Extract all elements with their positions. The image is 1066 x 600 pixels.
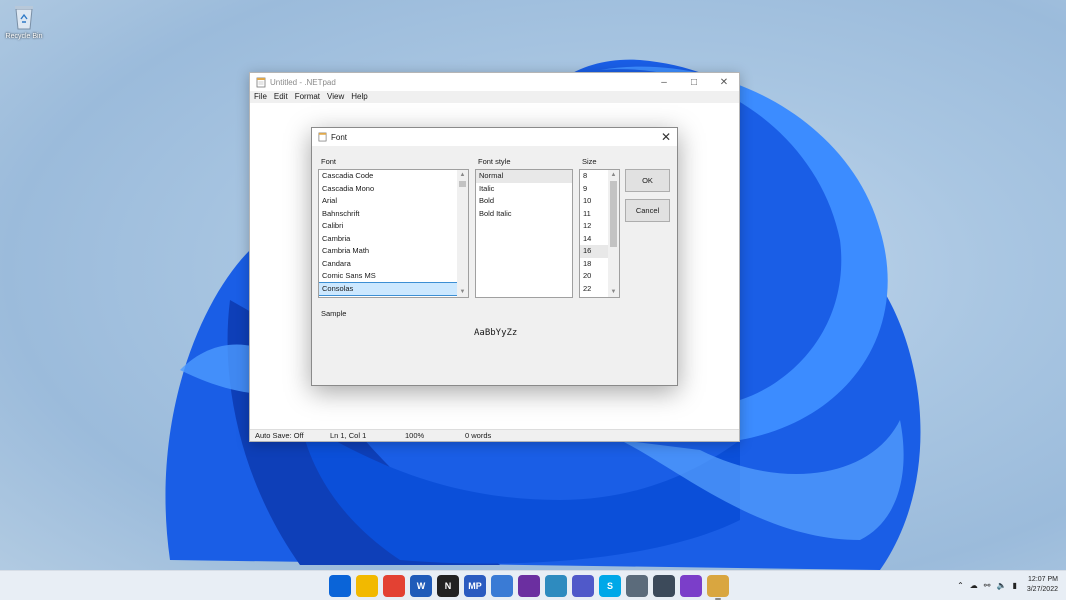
font-list-item[interactable]: Arial (319, 195, 468, 208)
recycle-bin-label: Recycle Bin (5, 33, 43, 40)
font-style-label: Font style (478, 157, 511, 166)
menu-edit[interactable]: Edit (274, 91, 288, 103)
font-style-list[interactable]: Normal Italic Bold Bold Italic (475, 169, 573, 298)
scroll-down-icon[interactable]: ▼ (457, 287, 468, 297)
screen-icon[interactable] (653, 575, 675, 597)
font-list-item[interactable]: Candara (319, 258, 468, 271)
font-list-item[interactable]: Cambria Math (319, 245, 468, 258)
chevron-up-icon[interactable]: ⌃ (957, 581, 964, 590)
notepad-icon (256, 77, 266, 87)
notepad-icon (318, 132, 327, 142)
onedrive-icon[interactable]: ☁ (970, 581, 978, 590)
status-bar: Auto Save: Off Ln 1, Col 1 100% 0 words (250, 429, 739, 441)
size-label: Size (582, 157, 597, 166)
system-tray: ⌃ ☁ ⚯ 🔈 ▮ 12:07 PM 3/27/2022 (957, 575, 1058, 595)
notion-icon[interactable]: N (437, 575, 459, 597)
globe-icon[interactable] (545, 575, 567, 597)
status-position: Ln 1, Col 1 (330, 431, 367, 440)
clock-date: 3/27/2022 (1026, 586, 1058, 593)
font-style-item[interactable]: Normal (476, 170, 572, 183)
terminal-icon[interactable] (518, 575, 540, 597)
file-explorer-icon[interactable] (356, 575, 378, 597)
scroll-thumb[interactable] (459, 181, 466, 187)
mp-icon[interactable]: MP (464, 575, 486, 597)
font-list-item[interactable]: Comic Sans MS (319, 270, 468, 283)
start-icon[interactable] (329, 575, 351, 597)
settings-icon[interactable] (626, 575, 648, 597)
chrome-icon[interactable] (383, 575, 405, 597)
scroll-up-icon[interactable]: ▲ (608, 170, 619, 180)
battery-icon[interactable]: ▮ (1012, 581, 1016, 590)
font-style-item[interactable]: Italic (476, 183, 572, 196)
clock-time: 12:07 PM (1028, 576, 1058, 583)
scroll-up-icon[interactable]: ▲ (457, 170, 468, 180)
dialog-title-bar[interactable]: Font (312, 128, 677, 146)
size-list[interactable]: 8 9 10 11 12 14 16 18 20 22 ▲ ▼ (579, 169, 620, 298)
font-list-item[interactable]: Consolas (319, 281, 468, 296)
dialog-close-icon[interactable]: ✕ (661, 130, 671, 144)
close-icon[interactable]: ✕ (709, 73, 739, 91)
skype-icon[interactable]: S (599, 575, 621, 597)
ok-button[interactable]: OK (625, 169, 670, 192)
font-list-item[interactable]: Cascadia Mono (319, 183, 468, 196)
font-list[interactable]: Cascadia Code Cascadia Mono Arial Bahnschri… (318, 169, 469, 298)
font-dialog[interactable]: Font ✕ Font Font style Size Cascadia Cod… (311, 127, 678, 386)
volume-icon[interactable]: 🔈 (996, 581, 1006, 590)
font-list-item[interactable]: Cascadia Code (319, 170, 468, 183)
notepad-app-icon[interactable] (707, 575, 729, 600)
recycle-bin-icon (15, 6, 33, 30)
word-icon[interactable]: W (410, 575, 432, 597)
minimize-icon[interactable]: – (649, 73, 679, 91)
wifi-icon[interactable]: ⚯ (984, 581, 991, 590)
font-list-item[interactable]: Bahnschrift (319, 208, 468, 221)
menu-help[interactable]: Help (351, 91, 367, 103)
sample-text: AaBbYyZz (474, 328, 518, 338)
cancel-button[interactable]: Cancel (625, 199, 670, 222)
scroll-down-icon[interactable]: ▼ (608, 287, 619, 297)
notes-icon[interactable] (491, 575, 513, 597)
dialog-title: Font (331, 132, 348, 142)
recycle-bin[interactable]: Recycle Bin (4, 4, 44, 40)
window-title: Untitled - .NETpad (270, 77, 336, 87)
maximize-icon[interactable]: □ (679, 73, 709, 91)
menu-bar: File Edit Format View Help (250, 91, 739, 103)
menu-view[interactable]: View (327, 91, 344, 103)
menu-format[interactable]: Format (295, 91, 320, 103)
font-style-item[interactable]: Bold (476, 195, 572, 208)
font-label: Font (321, 157, 337, 166)
taskbar: W N MP S ⌃ ☁ ⚯ 🔈 ▮ 12:07 PM 3/27/2022 (0, 570, 1066, 600)
font-list-item[interactable]: Calibri (319, 220, 468, 233)
font-list-item[interactable]: Cambria (319, 233, 468, 246)
menu-file[interactable]: File (254, 91, 267, 103)
teams-icon[interactable] (572, 575, 594, 597)
font-style-item[interactable]: Bold Italic (476, 208, 572, 221)
sample-label: Sample (321, 309, 347, 318)
scroll-thumb[interactable] (610, 181, 617, 247)
status-words: 0 words (465, 431, 492, 440)
status-zoom: 100% (405, 431, 425, 440)
status-auto-save: Auto Save: Off (255, 431, 304, 440)
visual-studio-icon[interactable] (680, 575, 702, 597)
font-list-scrollbar[interactable]: ▲ ▼ (457, 170, 468, 297)
size-list-scrollbar[interactable]: ▲ ▼ (608, 170, 619, 297)
clock[interactable]: 12:07 PM 3/27/2022 (1027, 575, 1058, 595)
